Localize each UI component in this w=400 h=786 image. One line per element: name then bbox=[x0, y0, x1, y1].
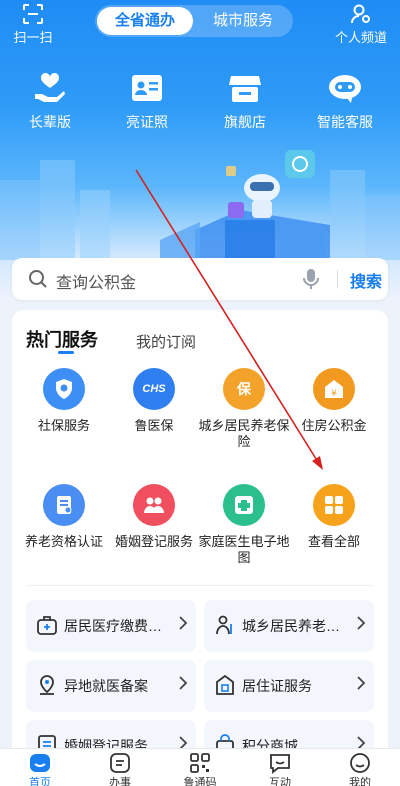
tab-my-subscriptions[interactable]: 我的订阅 bbox=[136, 331, 196, 352]
city-illustration bbox=[0, 150, 400, 260]
search-input[interactable]: 查询公积金 bbox=[56, 269, 136, 293]
personal-channel-label: 个人频道 bbox=[334, 30, 387, 45]
tile-label: 异地就医备案 bbox=[64, 678, 148, 694]
housing-fund-icon: ¥ bbox=[313, 368, 355, 410]
search-divider bbox=[337, 270, 338, 288]
chevron-right-icon bbox=[357, 616, 366, 630]
marriage-icon bbox=[133, 484, 175, 526]
service-label: 婚姻登记服务 bbox=[114, 534, 193, 549]
scan-label: 扫一扫 bbox=[13, 30, 53, 45]
service-label: 城乡居民养老保险 bbox=[198, 418, 290, 449]
service-social-security[interactable]: 社保服务 bbox=[18, 368, 110, 434]
personal-channel-button[interactable]: 个人频道 bbox=[328, 3, 394, 46]
tile-medical-payment[interactable]: 居民医疗缴费… bbox=[26, 600, 196, 652]
tile-label: 城乡居民养老… bbox=[242, 618, 340, 634]
social-security-icon bbox=[43, 368, 85, 410]
tile-label: 居住证服务 bbox=[242, 678, 312, 694]
nav-label: 鲁通码 bbox=[183, 777, 217, 786]
quick-label: 长辈版 bbox=[29, 114, 71, 130]
profile-icon bbox=[350, 753, 370, 773]
service-label: 住房公积金 bbox=[301, 418, 367, 433]
pension-badge: 保 bbox=[237, 381, 251, 397]
segment-province[interactable]: 全省通办 bbox=[97, 7, 193, 35]
chat-icon bbox=[270, 754, 290, 774]
tile-remote-medical-filing[interactable]: 异地就医备案 bbox=[26, 660, 196, 712]
section-divider bbox=[26, 585, 374, 586]
grid-icon bbox=[313, 484, 355, 526]
service-resident-pension[interactable]: 保 城乡居民养老保险 bbox=[198, 368, 290, 450]
top-bar: 扫一扫 全省通办 城市服务 个人频道 bbox=[0, 0, 400, 46]
service-lu-medical-insurance[interactable]: CHS 鲁医保 bbox=[108, 368, 200, 434]
scan-icon bbox=[23, 4, 43, 24]
elderly-icon bbox=[216, 615, 232, 635]
quick-actions: 长辈版 亮证照 旗舰店 智能客服 bbox=[0, 70, 400, 134]
nav-label: 我的 bbox=[349, 777, 371, 786]
pension-icon: 保 bbox=[223, 368, 265, 410]
home-icon bbox=[30, 754, 50, 772]
region-segment: 全省通办 城市服务 bbox=[95, 5, 293, 37]
nav-label: 首页 bbox=[29, 777, 51, 786]
nav-home[interactable]: 首页 bbox=[10, 752, 70, 786]
tile-label: 居民医疗缴费… bbox=[64, 618, 162, 634]
location-icon bbox=[40, 675, 54, 695]
tile-resident-pension[interactable]: 城乡居民养老… bbox=[204, 600, 374, 652]
services-card: 热门服务 我的订阅 社保服务 CHS 鲁医保 保 城乡居民养老保险 ¥ 住房公积… bbox=[12, 310, 388, 772]
quick-label: 智能客服 bbox=[317, 114, 373, 130]
bottom-nav: 首页 办事 鲁通码 互动 我的 bbox=[0, 748, 400, 786]
quick-elder-mode[interactable]: 长辈版 bbox=[5, 70, 95, 132]
id-card-icon bbox=[132, 75, 162, 101]
service-label: 查看全部 bbox=[307, 534, 360, 549]
service-view-all[interactable]: 查看全部 bbox=[288, 484, 380, 550]
quick-flagship-store[interactable]: 旗舰店 bbox=[200, 70, 290, 132]
affairs-icon bbox=[110, 753, 130, 773]
chs-badge: CHS bbox=[142, 383, 166, 395]
microphone-icon[interactable] bbox=[302, 268, 320, 290]
medical-insurance-icon: CHS bbox=[133, 368, 175, 410]
nav-affairs[interactable]: 办事 bbox=[90, 752, 150, 786]
service-label: 鲁医保 bbox=[134, 418, 174, 433]
quick-smart-service[interactable]: 智能客服 bbox=[300, 70, 390, 132]
residence-icon bbox=[216, 674, 234, 695]
service-family-doctor-map[interactable]: 家庭医生电子地图 bbox=[198, 484, 290, 566]
scan-button[interactable]: 扫一扫 bbox=[10, 3, 56, 46]
doctor-map-icon bbox=[223, 484, 265, 526]
robot-chat-icon bbox=[329, 75, 361, 103]
chevron-right-icon bbox=[179, 676, 188, 690]
medical-bag-icon bbox=[37, 616, 57, 635]
nav-interaction[interactable]: 互动 bbox=[250, 752, 310, 786]
chevron-right-icon bbox=[357, 676, 366, 690]
nav-label: 办事 bbox=[109, 777, 131, 786]
segment-city[interactable]: 城市服务 bbox=[195, 7, 291, 35]
quick-show-license[interactable]: 亮证照 bbox=[102, 70, 192, 132]
store-icon bbox=[229, 76, 261, 102]
heart-hand-icon bbox=[35, 72, 65, 102]
tile-residence-permit[interactable]: 居住证服务 bbox=[204, 660, 374, 712]
svg-text:¥: ¥ bbox=[331, 389, 337, 399]
certification-icon bbox=[43, 484, 85, 526]
nav-profile[interactable]: 我的 bbox=[330, 752, 390, 786]
service-housing-fund[interactable]: ¥ 住房公积金 bbox=[288, 368, 380, 434]
user-settings-icon bbox=[351, 4, 370, 24]
quick-label: 亮证照 bbox=[126, 114, 168, 130]
search-bar[interactable]: 查询公积金 搜索 bbox=[12, 258, 388, 300]
tab-hot-services[interactable]: 热门服务 bbox=[26, 326, 98, 352]
service-label: 社保服务 bbox=[37, 418, 90, 433]
service-pension-certification[interactable]: 养老资格认证 bbox=[18, 484, 110, 550]
qr-code-icon bbox=[190, 753, 210, 773]
search-icon bbox=[29, 270, 47, 288]
quick-label: 旗舰店 bbox=[224, 114, 266, 130]
service-label: 养老资格认证 bbox=[24, 534, 103, 549]
service-marriage-registration[interactable]: 婚姻登记服务 bbox=[108, 484, 200, 550]
search-button[interactable]: 搜索 bbox=[350, 268, 382, 292]
service-label: 家庭医生电子地图 bbox=[198, 534, 290, 565]
nav-label: 互动 bbox=[269, 777, 291, 786]
nav-lu-code[interactable]: 鲁通码 bbox=[170, 752, 230, 786]
chevron-right-icon bbox=[179, 616, 188, 630]
tab-active-indicator bbox=[58, 351, 74, 354]
